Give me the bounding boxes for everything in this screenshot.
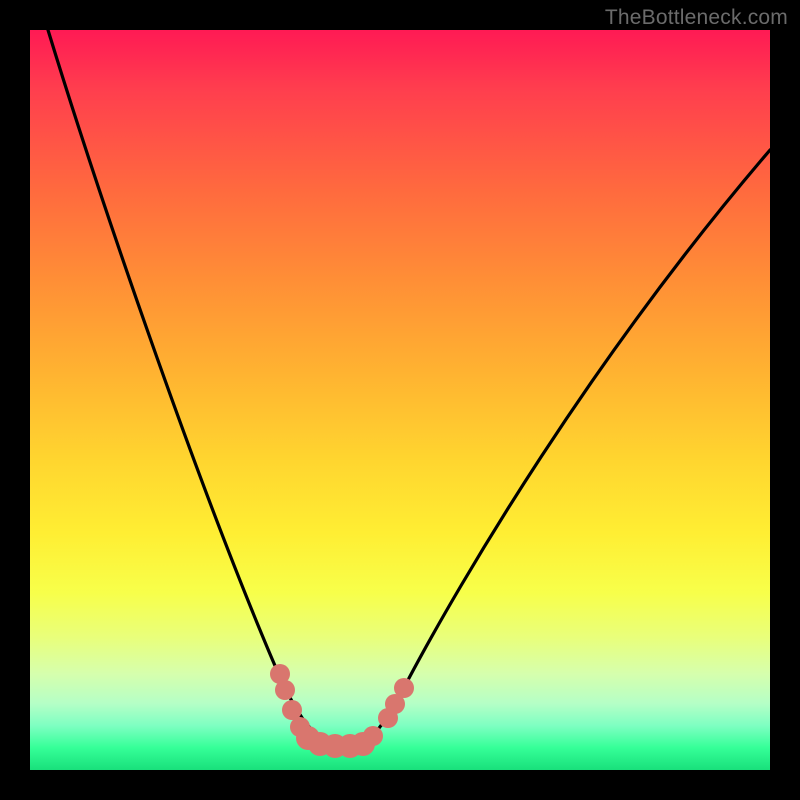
chart-frame: TheBottleneck.com xyxy=(0,0,800,800)
marker-group xyxy=(270,664,414,758)
curve-marker xyxy=(394,678,414,698)
curve-marker xyxy=(275,680,295,700)
bottleneck-curve xyxy=(48,30,770,746)
curve-marker xyxy=(282,700,302,720)
curve-marker xyxy=(363,726,383,746)
plot-area xyxy=(30,30,770,770)
watermark-text: TheBottleneck.com xyxy=(605,6,788,30)
curve-layer xyxy=(30,30,770,770)
